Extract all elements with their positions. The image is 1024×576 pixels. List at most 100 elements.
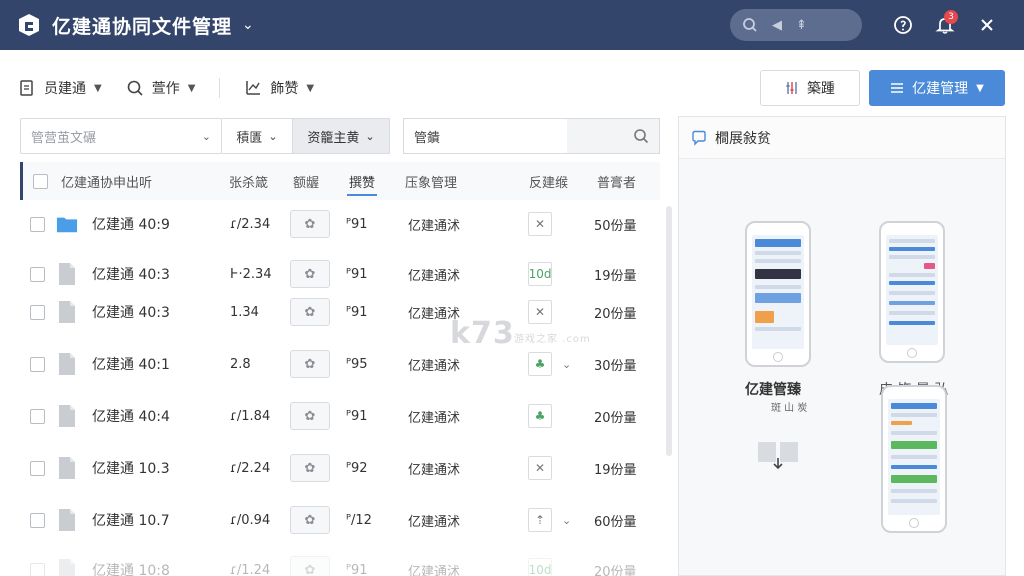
select-all-checkbox[interactable] [33,162,48,200]
file-name[interactable]: 亿建通 40:3 [92,292,170,332]
file-icon [56,292,78,332]
watermark-text: k73 [450,316,515,351]
cross-icon[interactable]: ✕ [528,300,552,324]
chevron-down-icon: ⌄ [201,129,211,143]
file-thumbnail[interactable]: ✿ [290,260,330,288]
column-header-flag[interactable]: 反建缑 [529,162,568,200]
column-header-preview[interactable]: 额龌 [293,162,319,200]
row-checkbox[interactable] [30,356,45,372]
chevron-down-icon: ▼ [94,82,102,94]
leaf-icon[interactable]: ♣ [528,404,552,428]
table-row[interactable]: 亿建通 10.3 ɾ/2.24 ✿ ᴾ92 亿建通沭 ✕ 19份量 [20,448,660,488]
table-row[interactable]: 亿建通 40:4 ɾ/1.84 ✿ ᴾ91 亿建通沭 ♣ 20份量 [20,396,660,436]
chevron-down-icon[interactable]: ⌄ [562,344,571,384]
file-name[interactable]: 亿建通 10.7 [92,500,170,540]
preview-title: 橺展敍贫 [715,130,771,147]
notification-badge: 3 [944,10,958,24]
search-input[interactable]: 管鐀 [403,118,660,154]
cross-icon[interactable]: ✕ [528,212,552,236]
toolbar-item-chart[interactable]: 飾赞 ▼ [244,78,314,98]
row-checkbox[interactable] [30,304,45,320]
table-row[interactable]: 亿建通 40:3 Ͱ·2.34 ✿ ᴾ91 亿建通沭 10d 19份量 [20,254,660,294]
notifications-button[interactable]: 3 [924,4,966,46]
file-name[interactable]: 亿建通 10.3 [92,448,170,488]
file-status: 亿建通沭 [408,564,461,576]
phone-sublabel: 斑 山 炭 [771,403,808,414]
row-checkbox[interactable] [30,216,45,232]
primary-action-label: 亿建管理 [912,81,969,97]
file-name[interactable]: 亿建通 40:3 [92,254,170,294]
download-doc-icon[interactable] [756,440,802,472]
chevron-down-icon[interactable]: ⌄ [562,500,571,540]
table-row[interactable]: 亿建通 40:3 1.34 ✿ ᴾ91 亿建通沭 ✕ 20份量 [20,292,660,332]
table-row[interactable]: 亿建通 40:9 ɾ/2.34 ✿ ᴾ91 亿建通沭 ✕ 50份量 [20,204,660,244]
upload-doc-icon [20,80,33,96]
table-row[interactable]: 亿建通 40:1 2.8 ✿ ᴾ95 亿建通沭 ♣ ⌄ 30份量 [20,344,660,384]
category-select-placeholder: 管营茧文碾 [31,130,97,146]
file-name[interactable]: 亿建通 40:9 [92,204,170,244]
row-checkbox[interactable] [30,408,45,424]
table-row[interactable]: 亿建通 10:8 ɾ/1.24 ✿ ᴾ91 亿建通沭 10d 20份量 [20,550,660,576]
chevron-down-icon: ▼ [306,82,315,94]
file-name[interactable]: 亿建通 40:4 [92,396,170,436]
comment-icon [692,130,706,146]
column-header-status[interactable]: 压象管理 [405,162,457,200]
column-header-version[interactable]: 撰赞 [346,162,378,200]
secondary-action-button[interactable]: 築踵 [760,70,860,106]
title-bar: 亿建通协同文件管理 ⌄ ◀ ⇞ 3 [0,0,1024,50]
leaf-icon[interactable]: 10d [528,558,552,576]
filter-type-label: 積匱 [236,130,263,146]
filter-type-dropdown[interactable]: 積匱 ⌄ [222,118,292,154]
file-size: 30份量 [594,358,637,374]
toolbar-item-upload[interactable]: 员建通 ▼ [18,78,102,98]
file-version: ᴾ91 [346,266,368,282]
table-scrollbar[interactable] [666,206,672,456]
upload-arrow-icon[interactable]: ⇡ [528,508,552,532]
column-header-size[interactable]: 普膏者 [597,162,636,200]
preview-header: 橺展敍贫 [679,117,1005,159]
cross-icon[interactable]: ✕ [528,456,552,480]
table-header: 亿建通协申出听 张杀箴 额龌 撰赞 压象管理 反建缑 普膏者 [20,162,660,200]
phone-preview[interactable] [881,385,947,533]
file-thumbnail[interactable]: ✿ [290,298,330,326]
file-thumbnail[interactable]: ✿ [290,556,330,576]
file-status: 亿建通沭 [408,218,461,234]
table-row[interactable]: 亿建通 10.7 ɾ/0.94 ✿ ᴾ/12 亿建通沭 ⇡ ⌄ 60份量 [20,500,660,540]
phone-screen [888,399,940,515]
file-thumbnail[interactable]: ✿ [290,506,330,534]
checkbox[interactable] [33,173,48,189]
file-table: 亿建通协申出听 张杀箴 额龌 撰赞 压象管理 反建缑 普膏者 亿建通 40:9 ɾ… [20,162,660,576]
leaf-icon[interactable]: 10d [528,262,552,286]
row-checkbox[interactable] [30,266,45,282]
file-icon [56,344,78,384]
column-header-name[interactable]: 亿建通协申出听 [61,162,152,200]
column-header-value[interactable]: 张杀箴 [229,162,268,200]
search-icon [127,80,143,96]
search-pill-glyph: ◀ [772,17,782,33]
toolbar-divider [219,78,221,98]
phone-preview[interactable] [745,221,811,367]
category-select[interactable]: 管营茧文碾 ⌄ [20,118,222,154]
file-name[interactable]: 亿建通 10:8 [92,550,170,576]
filter-status-dropdown[interactable]: 资籠主黄 ⌄ [292,118,390,154]
toolbar-item-search[interactable]: 萱作 ▼ [126,78,195,98]
row-checkbox[interactable] [30,460,45,476]
search-submit-button[interactable] [567,119,659,153]
phone-home-button [907,348,917,358]
row-checkbox[interactable] [30,562,45,576]
close-button[interactable] [966,4,1008,46]
file-name[interactable]: 亿建通 40:1 [92,344,170,384]
row-checkbox[interactable] [30,512,45,528]
file-thumbnail[interactable]: ✿ [290,350,330,378]
file-thumbnail[interactable]: ✿ [290,402,330,430]
primary-action-button[interactable]: 亿建管理 ▼ [869,70,1005,106]
file-thumbnail[interactable]: ✿ [290,210,330,238]
file-thumbnail[interactable]: ✿ [290,454,330,482]
chevron-down-icon: ▼ [976,82,984,94]
phone-preview[interactable] [879,221,945,363]
help-button[interactable] [882,4,924,46]
global-search-pill[interactable]: ◀ ⇞ [730,9,862,41]
leaf-icon[interactable]: ♣ [528,352,552,376]
secondary-action-label: 築踵 [807,81,835,97]
chevron-down-icon[interactable]: ⌄ [242,17,254,33]
